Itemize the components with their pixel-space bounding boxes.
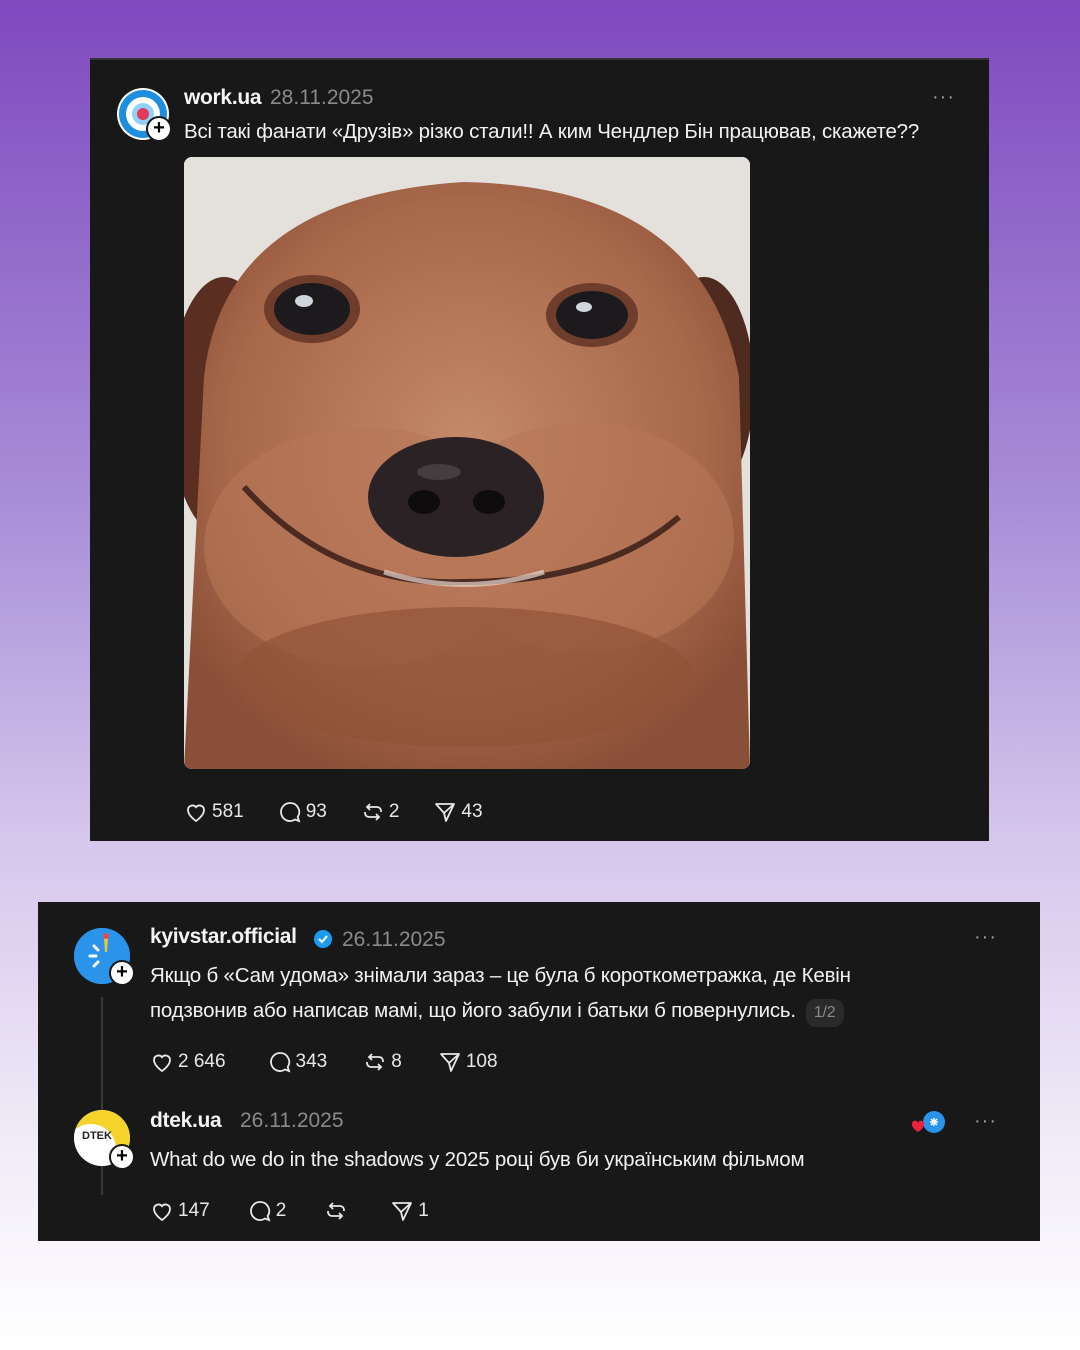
- heart-icon: [153, 1054, 171, 1073]
- post-image[interactable]: [184, 157, 750, 769]
- post-date[interactable]: 28.11.2025: [270, 86, 374, 110]
- post-actions: 581 93 2 43: [184, 800, 483, 824]
- username[interactable]: kyivstar.official: [150, 925, 297, 949]
- repost-count: 8: [391, 1051, 402, 1072]
- post-text: Всі такі фанати «Друзів» різко стали!! А…: [184, 120, 920, 143]
- like-button[interactable]: 147: [150, 1199, 210, 1223]
- share-count: 1: [418, 1200, 429, 1221]
- like-button[interactable]: 2 646: [150, 1050, 226, 1074]
- share-count: 108: [465, 1051, 498, 1072]
- follow-plus-icon[interactable]: +: [109, 1144, 135, 1170]
- more-options-button[interactable]: ···: [974, 1110, 997, 1133]
- post-card-workua: + work.ua 28.11.2025 ··· Всі такі фанати…: [90, 58, 989, 841]
- repost-button[interactable]: [324, 1199, 352, 1223]
- username[interactable]: work.ua: [184, 86, 262, 110]
- dtek-logo-text: DTEK: [82, 1130, 112, 1142]
- comment-icon: [279, 802, 301, 823]
- repost-icon: [363, 803, 382, 821]
- like-button[interactable]: 581: [184, 800, 244, 824]
- post-text-line-1: Якщо б «Сам удома» знімали зараз – це бу…: [150, 964, 851, 987]
- comment-icon: [269, 1052, 290, 1073]
- post-date[interactable]: 26.11.2025: [342, 928, 446, 952]
- post-actions: 147 2 1: [150, 1199, 429, 1223]
- repost-button[interactable]: 2: [361, 800, 400, 824]
- comment-icon: [249, 1201, 271, 1222]
- post-actions: 2 646 343 8 108: [150, 1050, 498, 1074]
- more-options-button[interactable]: ···: [974, 926, 997, 949]
- verified-badge-icon: [313, 929, 333, 949]
- dog-photo: [184, 157, 750, 769]
- share-button[interactable]: 108: [438, 1050, 498, 1074]
- heart-icon: [153, 1203, 171, 1222]
- repost-count: 2: [388, 801, 400, 822]
- comment-count: 93: [305, 801, 327, 822]
- like-count: 147: [178, 1200, 210, 1221]
- repost-icon: [327, 1202, 346, 1220]
- like-count: 581: [212, 801, 244, 822]
- follow-plus-icon[interactable]: +: [109, 960, 135, 986]
- comment-button[interactable]: 2: [248, 1199, 287, 1223]
- reaction-badge-icon: [908, 1110, 948, 1136]
- post-text-line-2: подзвонив або написав мамі, що його забу…: [150, 993, 844, 1028]
- share-icon: [392, 1202, 413, 1221]
- comment-button[interactable]: 343: [268, 1050, 328, 1074]
- share-icon: [435, 803, 456, 822]
- follow-plus-icon[interactable]: +: [146, 116, 172, 142]
- repost-button[interactable]: 8: [363, 1050, 402, 1074]
- comment-count: 2: [275, 1200, 287, 1221]
- heart-icon: [187, 804, 205, 823]
- thread-pager[interactable]: 1/2: [805, 999, 844, 1027]
- post-text: What do we do in the shadows у 2025 році…: [150, 1148, 805, 1171]
- post-date[interactable]: 26.11.2025: [240, 1109, 344, 1133]
- more-options-button[interactable]: ···: [932, 86, 955, 109]
- share-count: 43: [461, 801, 483, 822]
- comment-count: 343: [295, 1051, 328, 1072]
- share-icon: [439, 1053, 460, 1072]
- username[interactable]: dtek.ua: [150, 1109, 222, 1133]
- thread-card: + kyivstar.official 26.11.2025 ··· Якщо …: [38, 902, 1040, 1241]
- like-count: 2 646: [178, 1051, 226, 1072]
- repost-icon: [366, 1053, 385, 1071]
- share-button[interactable]: 43: [433, 800, 483, 824]
- comment-button[interactable]: 93: [278, 800, 327, 824]
- share-button[interactable]: 1: [390, 1199, 429, 1223]
- post-text-line-2-content: подзвонив або написав мамі, що його забу…: [150, 999, 796, 1022]
